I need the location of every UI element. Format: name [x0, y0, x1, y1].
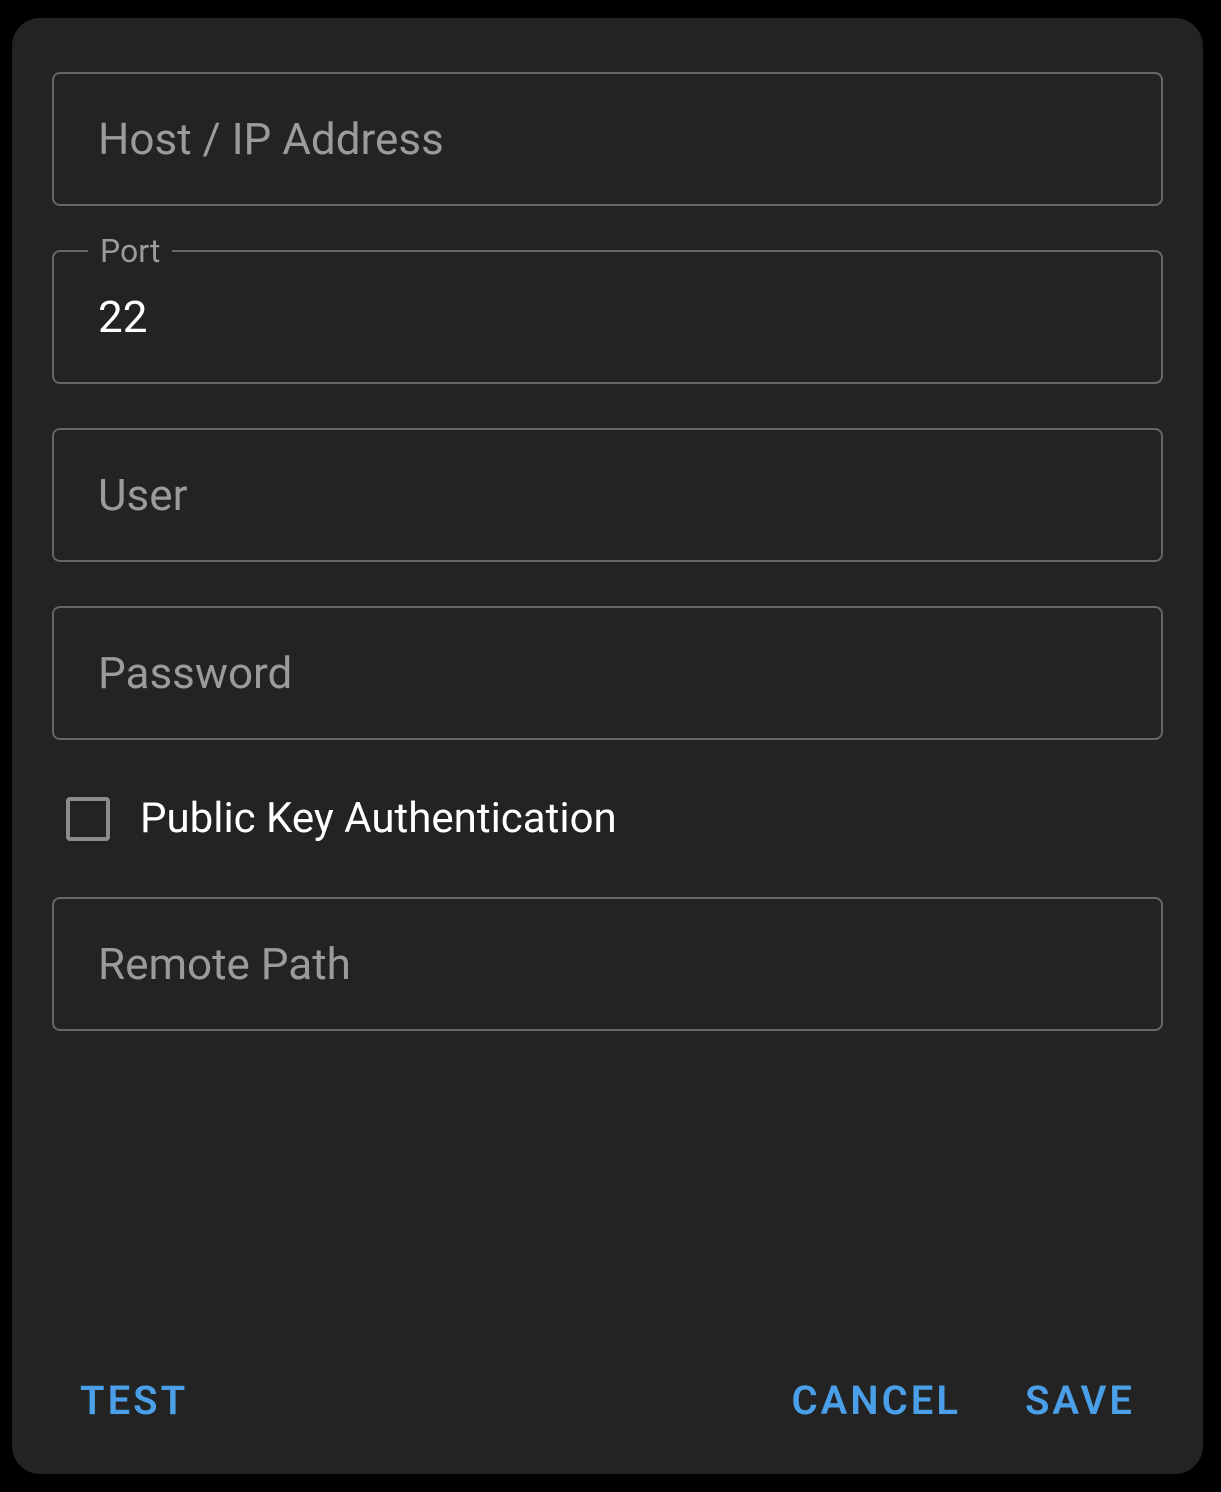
password-field-wrapper	[52, 606, 1163, 740]
public-key-auth-row: Public Key Authentication	[52, 794, 1163, 843]
port-input[interactable]	[52, 250, 1163, 384]
cancel-button[interactable]: CANCEL	[791, 1377, 960, 1424]
user-input[interactable]	[52, 428, 1163, 562]
dialog-actions: TEST CANCEL SAVE	[52, 1377, 1163, 1424]
password-input[interactable]	[52, 606, 1163, 740]
public-key-auth-checkbox[interactable]	[66, 797, 110, 841]
connection-dialog: Port Public Key Authentication TEST CANC…	[12, 18, 1203, 1474]
host-field-wrapper	[52, 72, 1163, 206]
user-field-wrapper	[52, 428, 1163, 562]
host-input[interactable]	[52, 72, 1163, 206]
port-field-wrapper: Port	[52, 250, 1163, 384]
test-button[interactable]: TEST	[80, 1377, 188, 1424]
remote-path-input[interactable]	[52, 897, 1163, 1031]
remote-path-field-wrapper	[52, 897, 1163, 1031]
form-area: Port Public Key Authentication	[52, 72, 1163, 1311]
actions-right: CANCEL SAVE	[791, 1377, 1135, 1424]
public-key-auth-label[interactable]: Public Key Authentication	[140, 794, 617, 843]
save-button[interactable]: SAVE	[1025, 1377, 1135, 1424]
port-label: Port	[88, 232, 172, 270]
